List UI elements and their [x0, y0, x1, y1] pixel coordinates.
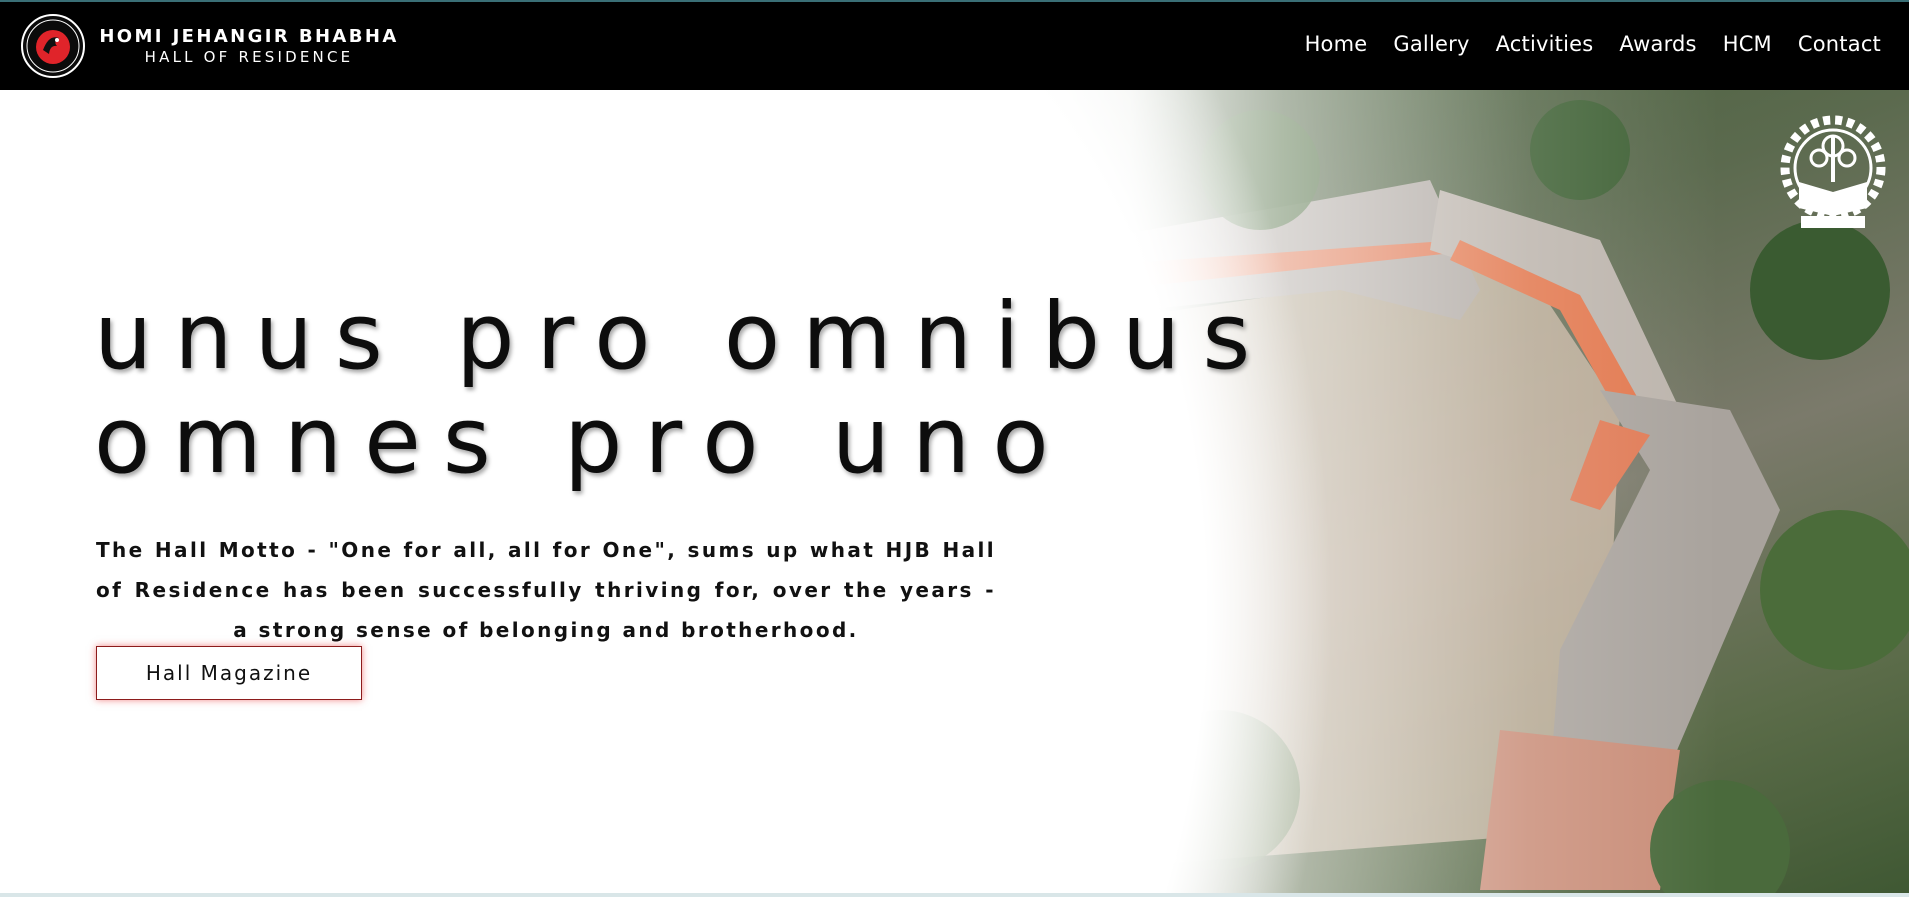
hall-motto: unus pro omnibus omnes pro uno [94, 285, 1272, 493]
nav-home[interactable]: Home [1305, 32, 1368, 56]
motto-line-1: unus pro omnibus [94, 283, 1273, 390]
motto-description: The Hall Motto - "One for all, all for O… [96, 538, 996, 642]
top-navbar: HOMI JEHANGIR BHABHA HALL OF RESIDENCE H… [0, 0, 1909, 90]
brand-title: HOMI JEHANGIR BHABHA [99, 26, 399, 47]
page-divider [0, 893, 1909, 897]
nav-gallery[interactable]: Gallery [1393, 32, 1469, 56]
hall-magazine-button[interactable]: Hall Magazine [96, 646, 362, 700]
main-nav: Home Gallery Activities Awards HCM Conta… [1305, 32, 1881, 56]
hall-emblem-icon[interactable] [21, 14, 85, 78]
nav-contact[interactable]: Contact [1798, 32, 1881, 56]
nav-hcm[interactable]: HCM [1723, 32, 1772, 56]
nav-awards[interactable]: Awards [1619, 32, 1696, 56]
iit-kharagpur-emblem-icon [1775, 112, 1891, 238]
brand-subtitle: HALL OF RESIDENCE [144, 48, 354, 66]
motto-line-2: omnes pro uno [94, 387, 1071, 494]
nav-activities[interactable]: Activities [1496, 32, 1594, 56]
